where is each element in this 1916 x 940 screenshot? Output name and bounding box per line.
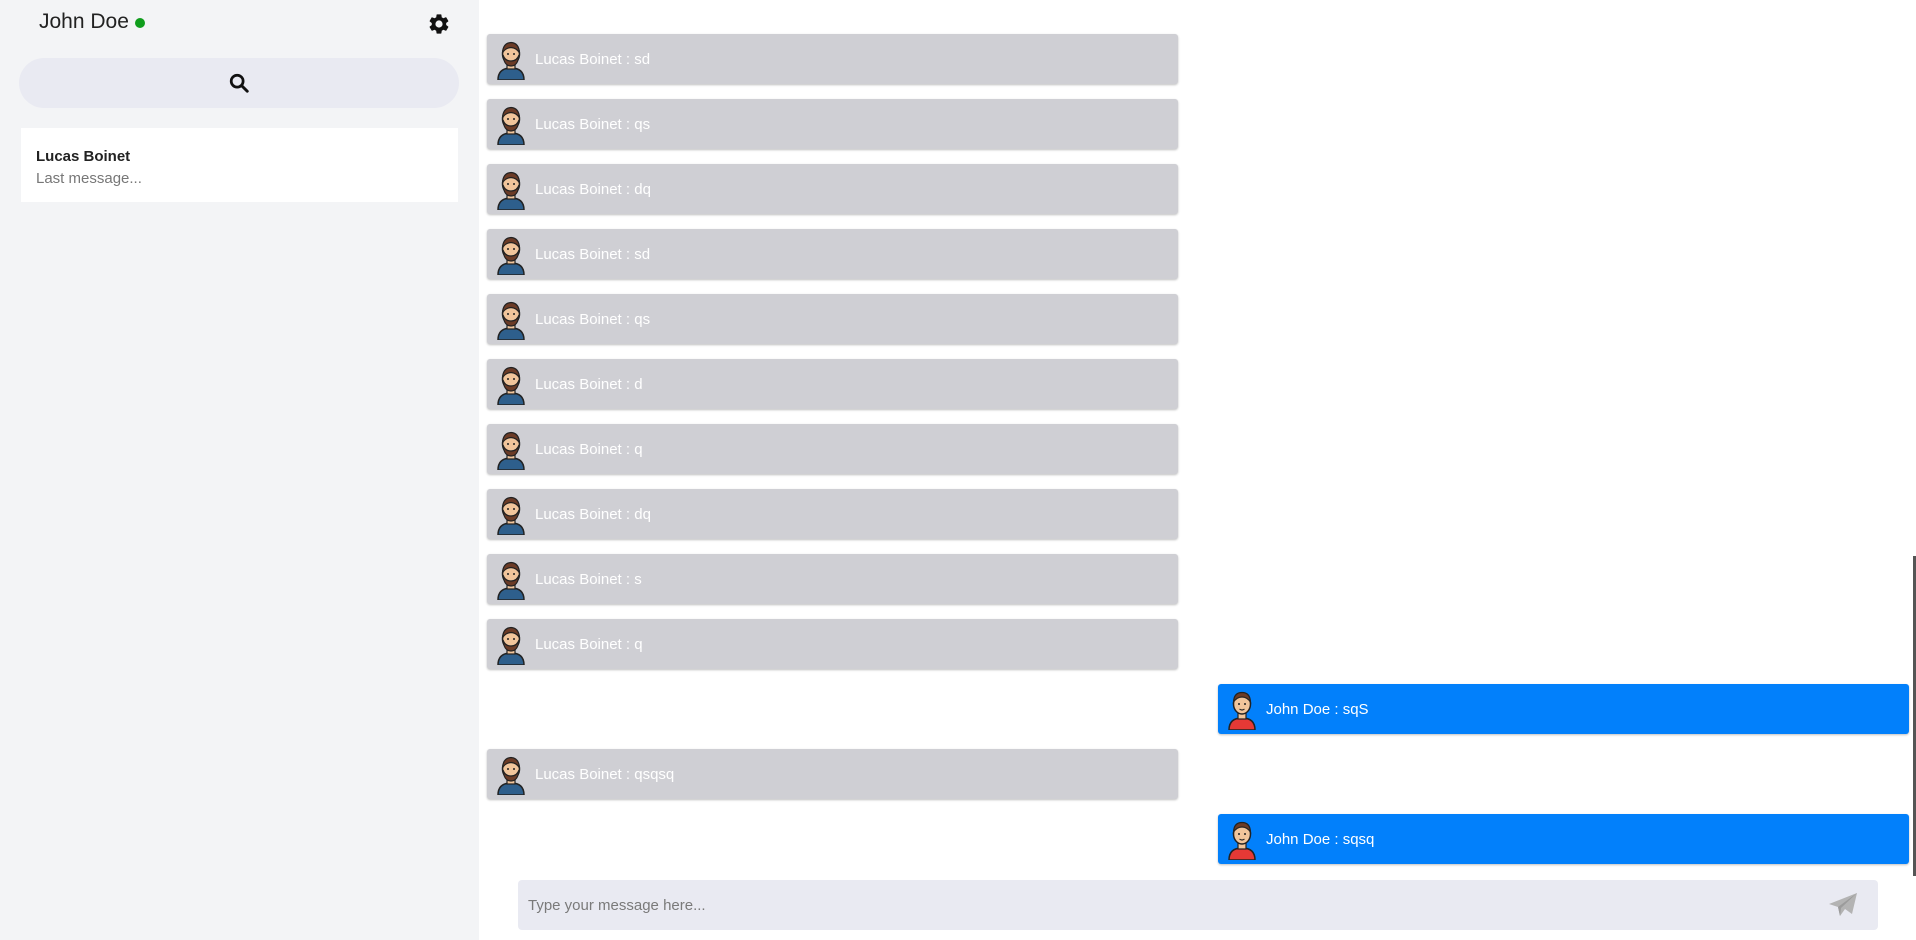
avatar-lucas-icon	[497, 561, 525, 600]
message-bubble-incoming: Lucas Boinet : sd	[487, 34, 1178, 84]
message-bubble-incoming: Lucas Boinet : d	[487, 359, 1178, 409]
message-text: John Doe : sqsq	[1266, 830, 1375, 848]
search-button[interactable]	[19, 58, 459, 108]
message-text: Lucas Boinet : qsqsq	[535, 765, 675, 783]
message-text: Lucas Boinet : s	[535, 570, 642, 588]
avatar-lucas-icon	[497, 236, 525, 275]
message-input[interactable]	[518, 885, 1798, 925]
message-text: Lucas Boinet : qs	[535, 310, 651, 328]
message-bubble-incoming: Lucas Boinet : sd	[487, 229, 1178, 279]
message-text: Lucas Boinet : q	[535, 440, 643, 458]
message-bubble-incoming: Lucas Boinet : qs	[487, 294, 1178, 344]
current-user: John Doe	[39, 8, 145, 36]
message-bubble-incoming: Lucas Boinet : qs	[487, 99, 1178, 149]
contact-last-message: Last message...	[36, 170, 142, 187]
message-bubble-incoming: Lucas Boinet : dq	[487, 164, 1178, 214]
messenger-app: John Doe Lucas Boinet Last message... Lu…	[0, 0, 1916, 940]
avatar-lucas-icon	[497, 366, 525, 405]
online-status-dot	[134, 18, 145, 28]
search-icon	[229, 73, 249, 93]
message-text: Lucas Boinet : dq	[535, 505, 651, 523]
avatar-lucas-icon	[497, 756, 525, 795]
message-bubble-outgoing: John Doe : sqS	[1218, 684, 1909, 734]
avatar-lucas-icon	[497, 496, 525, 535]
send-button[interactable]	[1828, 892, 1858, 918]
contact-name: Lucas Boinet	[36, 148, 131, 165]
avatar-john-icon	[1228, 691, 1256, 730]
settings-button[interactable]	[427, 12, 451, 36]
message-text: Lucas Boinet : d	[535, 375, 643, 393]
avatar-lucas-icon	[497, 41, 525, 80]
gear-icon	[429, 14, 449, 34]
message-bubble-outgoing: John Doe : sqsq	[1218, 814, 1909, 864]
message-bubble-incoming: Lucas Boinet : qsqsq	[487, 749, 1178, 799]
message-bubble-incoming: Lucas Boinet : s	[487, 554, 1178, 604]
avatar-lucas-icon	[497, 106, 525, 145]
message-bubble-incoming: Lucas Boinet : q	[487, 424, 1178, 474]
message-bubble-incoming: Lucas Boinet : dq	[487, 489, 1178, 539]
message-text: Lucas Boinet : sd	[535, 245, 651, 263]
chat-panel[interactable]: Lucas Boinet : sd Lucas Boinet : qs Lucas …	[479, 0, 1916, 940]
avatar-lucas-icon	[497, 626, 525, 665]
contact-item[interactable]: Lucas Boinet Last message...	[21, 128, 458, 202]
avatar-john-icon	[1228, 821, 1256, 860]
message-text: Lucas Boinet : qs	[535, 115, 651, 133]
message-text: John Doe : sqS	[1266, 700, 1369, 718]
avatar-lucas-icon	[497, 171, 525, 210]
message-composer	[518, 880, 1878, 930]
sidebar: John Doe Lucas Boinet Last message...	[0, 0, 479, 940]
current-user-name: John Doe	[39, 10, 129, 33]
message-text: Lucas Boinet : sd	[535, 50, 651, 68]
message-text: Lucas Boinet : dq	[535, 180, 651, 198]
message-bubble-incoming: Lucas Boinet : q	[487, 619, 1178, 669]
avatar-lucas-icon	[497, 301, 525, 340]
message-text: Lucas Boinet : q	[535, 635, 643, 653]
avatar-lucas-icon	[497, 431, 525, 470]
paper-plane-icon	[1829, 893, 1857, 916]
